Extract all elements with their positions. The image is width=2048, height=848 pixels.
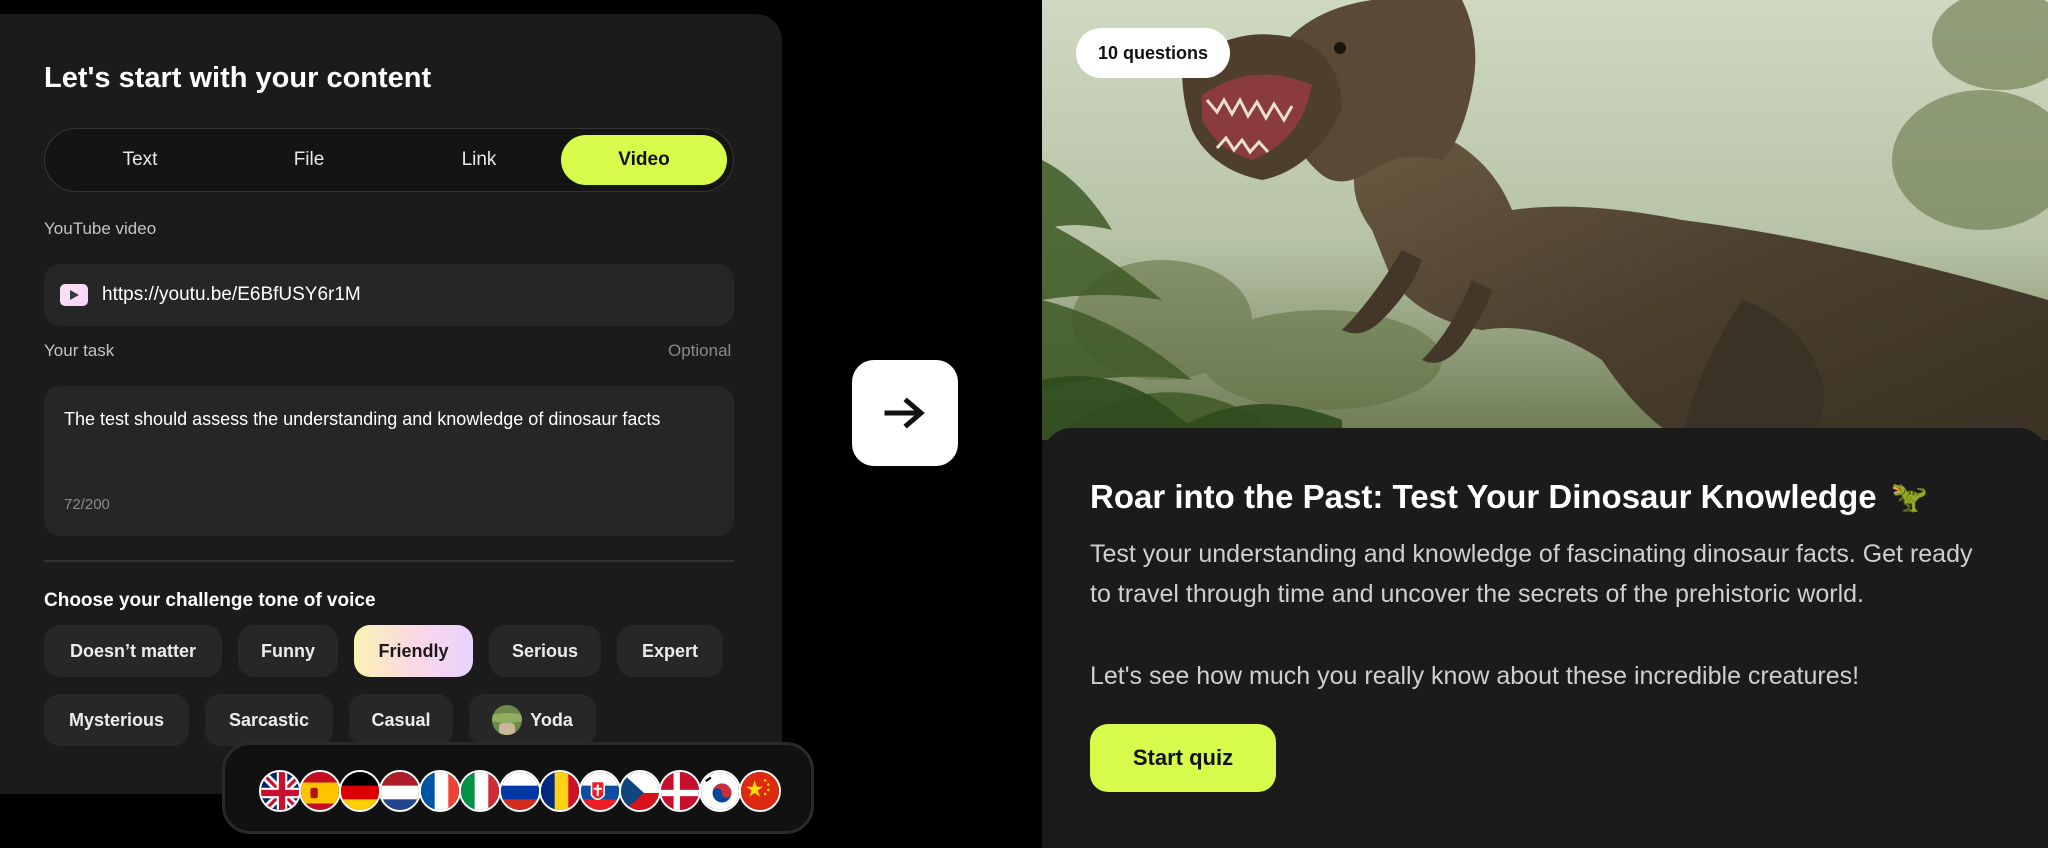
tone-chip-expert[interactable]: Expert — [617, 625, 723, 677]
tone-chip-doesnt-matter[interactable]: Doesn’t matter — [44, 625, 222, 677]
language-selector — [222, 742, 814, 834]
task-char-count: 72/200 — [64, 496, 110, 513]
content-form-panel: Let's start with your content Text File … — [0, 14, 782, 794]
dinosaur-image: 10 questions — [1042, 0, 2048, 440]
quiz-info-card: Roar into the Past: Test Your Dinosaur K… — [1042, 428, 2048, 848]
tone-chip-label: Yoda — [530, 709, 573, 730]
tone-title: Choose your challenge tone of voice — [44, 590, 376, 611]
task-text: The test should assess the understanding… — [64, 409, 661, 429]
page-title: Let's start with your content — [44, 62, 432, 94]
tab-file[interactable]: File — [226, 135, 392, 185]
china-flag[interactable] — [739, 770, 781, 812]
tab-text[interactable]: Text — [57, 135, 223, 185]
dinosaur-emoji-icon: 🦖 — [1890, 480, 1928, 514]
russia-flag[interactable] — [499, 770, 541, 812]
quiz-description-2: Let's see how much you really know about… — [1090, 662, 1860, 690]
tone-chip-yoda[interactable]: Yoda — [469, 694, 596, 746]
question-count-badge: 10 questions — [1076, 28, 1231, 78]
youtube-icon — [60, 284, 88, 306]
slovakia-flag[interactable] — [579, 770, 621, 812]
task-optional-label: Optional — [668, 341, 732, 360]
tab-video[interactable]: Video — [561, 135, 727, 185]
netherlands-flag[interactable] — [379, 770, 421, 812]
tab-link[interactable]: Link — [396, 135, 562, 185]
denmark-flag[interactable] — [659, 770, 701, 812]
youtube-label: YouTube video — [44, 219, 157, 238]
tone-chip-mysterious[interactable]: Mysterious — [44, 694, 189, 746]
germany-flag[interactable] — [339, 770, 381, 812]
tone-chip-funny[interactable]: Funny — [238, 625, 338, 677]
quiz-title-row: Roar into the Past: Test Your Dinosaur K… — [1090, 478, 1928, 516]
czech-flag[interactable] — [619, 770, 661, 812]
tone-chip-sarcastic[interactable]: Sarcastic — [205, 694, 333, 746]
quiz-title: Roar into the Past: Test Your Dinosaur K… — [1090, 478, 1877, 515]
tone-chip-friendly[interactable]: Friendly — [354, 625, 473, 677]
divider — [44, 560, 734, 562]
korea-flag[interactable] — [699, 770, 741, 812]
france-flag[interactable] — [419, 770, 461, 812]
yoda-icon — [492, 705, 523, 735]
content-type-tabs: Text File Link Video — [44, 128, 734, 192]
tone-chip-casual[interactable]: Casual — [349, 694, 453, 746]
uk-flag[interactable] — [259, 770, 301, 812]
italy-flag[interactable] — [459, 770, 501, 812]
quiz-preview-card: 10 questions Roar into the Past: Test Yo… — [1042, 0, 2048, 848]
start-quiz-button[interactable]: Start quiz — [1090, 724, 1276, 792]
task-textarea[interactable]: The test should assess the understanding… — [44, 386, 734, 536]
arrow-right-icon — [852, 360, 958, 466]
youtube-url-input[interactable]: https://youtu.be/E6BfUSY6r1M — [44, 264, 734, 326]
task-label: Your task — [44, 341, 115, 360]
tone-chip-serious[interactable]: Serious — [489, 625, 601, 677]
youtube-url-value: https://youtu.be/E6BfUSY6r1M — [102, 284, 361, 305]
spain-flag[interactable] — [299, 770, 341, 812]
romania-flag[interactable] — [539, 770, 581, 812]
quiz-description: Test your understanding and knowledge of… — [1090, 540, 1973, 608]
